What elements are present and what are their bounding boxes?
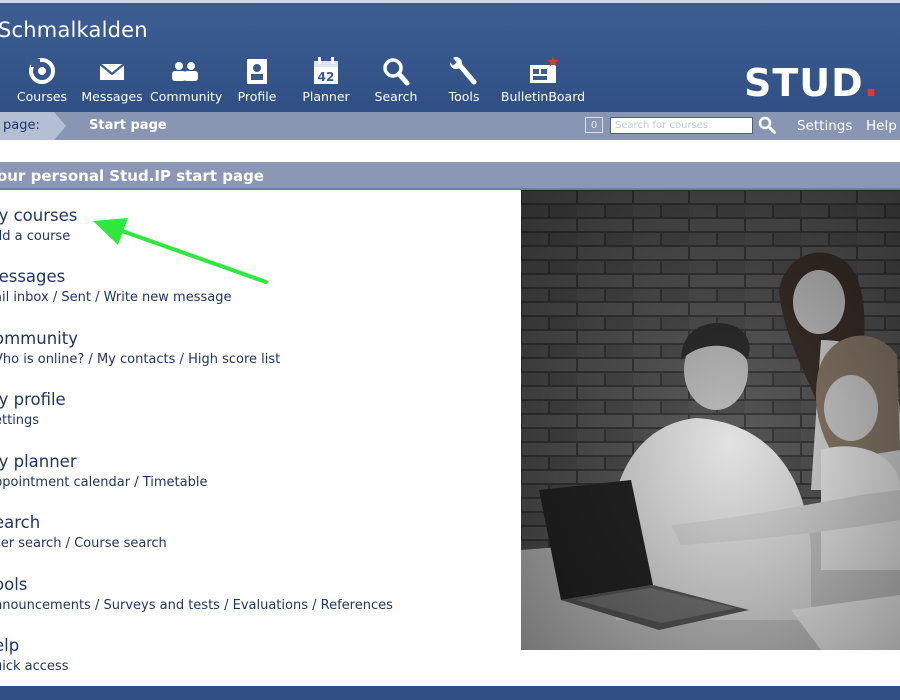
menu-group-search: earch ser search / Course search <box>0 513 167 551</box>
calendar-day-text: 42 <box>318 70 335 84</box>
students-photo <box>521 190 900 650</box>
courses-icon <box>29 58 55 84</box>
nav-item-community[interactable]: Community <box>150 56 223 108</box>
header-top-line <box>0 0 900 3</box>
link-user-search[interactable]: ser search <box>0 536 61 551</box>
logo-text: STUD <box>744 61 864 105</box>
link-separator: / <box>48 290 62 305</box>
link-separator: / <box>61 536 75 551</box>
link-evaluations[interactable]: Evaluations <box>233 598 308 613</box>
menu-group-community: ommunity Vho is online? / My contacts / … <box>0 329 280 367</box>
stud-ip-logo[interactable]: STUD. <box>744 61 879 105</box>
footer-bar <box>0 686 900 700</box>
link-add-course[interactable]: dd a course <box>0 229 70 244</box>
settings-link[interactable]: Settings <box>797 118 852 134</box>
breadcrumb-separator-arrow <box>54 112 66 140</box>
nav-label-planner: Planner <box>302 89 350 104</box>
nav-item-profile[interactable]: Profile <box>233 56 281 108</box>
nav-item-tools[interactable]: Tools <box>442 56 486 108</box>
section-header: our personal Stud.IP start page <box>0 162 900 190</box>
profile-card-icon <box>247 59 267 84</box>
breadcrumb-prefix-label: page: <box>3 118 40 133</box>
nav-item-search[interactable]: Search <box>370 56 422 108</box>
nav-label-tools: Tools <box>448 89 480 104</box>
menu-group-planner: ly planner ppointment calendar / Timetab… <box>0 452 207 490</box>
menu-heading-planner[interactable]: ly planner <box>0 452 207 471</box>
nav-label-profile: Profile <box>237 89 277 104</box>
link-announcements[interactable]: nnouncements <box>0 598 91 613</box>
students-illustration <box>521 190 900 650</box>
menu-links-help: uick access <box>0 659 68 674</box>
link-separator: / <box>175 352 189 367</box>
link-separator: / <box>219 598 233 613</box>
nav-label-search: Search <box>374 89 418 104</box>
header-gap <box>0 140 900 162</box>
link-settings[interactable]: ettings <box>0 413 39 428</box>
people-icon <box>172 62 198 81</box>
link-course-search[interactable]: Course search <box>74 536 167 551</box>
nav-label-messages: Messages <box>81 89 143 104</box>
menu-links-profile: ettings <box>0 413 66 428</box>
course-search-input[interactable] <box>610 117 753 134</box>
menu-links-messages: ail inbox / Sent / Write new message <box>0 290 231 305</box>
nav-label-community: Community <box>150 89 223 104</box>
link-write-new-message[interactable]: Write new message <box>104 290 232 305</box>
nav-item-messages[interactable]: Messages <box>79 56 145 108</box>
bulletin-board-icon <box>530 56 559 83</box>
site-title: Schmalkalden <box>0 18 148 42</box>
link-appointment-calendar[interactable]: ppointment calendar <box>0 475 130 490</box>
link-timetable[interactable]: Timetable <box>143 475 208 490</box>
nav-item-planner[interactable]: 42 Planner <box>300 56 352 108</box>
stud-ip-start-page: Schmalkalden Courses Messages Community … <box>0 0 900 700</box>
menu-links-courses: dd a course <box>0 229 77 244</box>
logo-dot: . <box>863 61 880 105</box>
menu-heading-messages[interactable]: lessages <box>0 267 231 286</box>
link-references[interactable]: References <box>321 598 393 613</box>
calendar-icon: 42 <box>314 57 338 84</box>
notification-counter[interactable]: 0 <box>585 117 603 133</box>
link-my-contacts[interactable]: My contacts <box>97 352 175 367</box>
menu-heading-community[interactable]: ommunity <box>0 329 280 348</box>
link-separator: / <box>84 352 97 367</box>
header-bar: Schmalkalden Courses Messages Community … <box>0 0 900 112</box>
link-high-score-list[interactable]: High score list <box>188 352 280 367</box>
link-who-is-online[interactable]: Vho is online? <box>0 352 84 367</box>
search-submit-button[interactable] <box>758 116 776 134</box>
menu-group-help: elp uick access <box>0 636 68 674</box>
link-quick-access[interactable]: uick access <box>0 659 68 674</box>
page-title: our personal Stud.IP start page <box>0 167 264 185</box>
menu-heading-search[interactable]: earch <box>0 513 167 532</box>
menu-group-tools: ools nnouncements / Surveys and tests / … <box>0 575 393 613</box>
menu-group-profile: ly profile ettings <box>0 390 66 428</box>
link-surveys-and-tests[interactable]: Surveys and tests <box>103 598 219 613</box>
link-separator: / <box>307 598 321 613</box>
wrench-icon <box>449 57 477 85</box>
menu-links-tools: nnouncements / Surveys and tests / Evalu… <box>0 598 393 613</box>
link-sent[interactable]: Sent <box>61 290 91 305</box>
menu-group-messages: lessages ail inbox / Sent / Write new me… <box>0 267 231 305</box>
breadcrumb-current-page: Start page <box>89 118 167 133</box>
help-link[interactable]: Help <box>866 118 897 134</box>
link-separator: / <box>90 598 104 613</box>
menu-links-planner: ppointment calendar / Timetable <box>0 475 207 490</box>
menu-heading-help[interactable]: elp <box>0 636 68 655</box>
search-icon <box>758 116 776 134</box>
menu-links-search: ser search / Course search <box>0 536 167 551</box>
menu-group-courses: ly courses dd a course <box>0 206 77 244</box>
magnifier-icon <box>383 58 410 86</box>
menu-heading-courses[interactable]: ly courses <box>0 206 77 225</box>
nav-label-bulletinboard: BulletinBoard <box>500 89 586 104</box>
link-separator: / <box>130 475 143 490</box>
nav-item-courses[interactable]: Courses <box>14 56 70 108</box>
link-separator: / <box>90 290 104 305</box>
menu-links-community: Vho is online? / My contacts / High scor… <box>0 352 280 367</box>
nav-label-courses: Courses <box>16 89 68 104</box>
nav-item-bulletinboard[interactable]: BulletinBoard <box>498 56 588 108</box>
breadcrumb-prefix: page: <box>0 112 54 140</box>
envelope-icon <box>99 63 125 80</box>
menu-heading-tools[interactable]: ools <box>0 575 393 594</box>
link-mail-inbox[interactable]: ail inbox <box>0 290 49 305</box>
menu-heading-profile[interactable]: ly profile <box>0 390 66 409</box>
